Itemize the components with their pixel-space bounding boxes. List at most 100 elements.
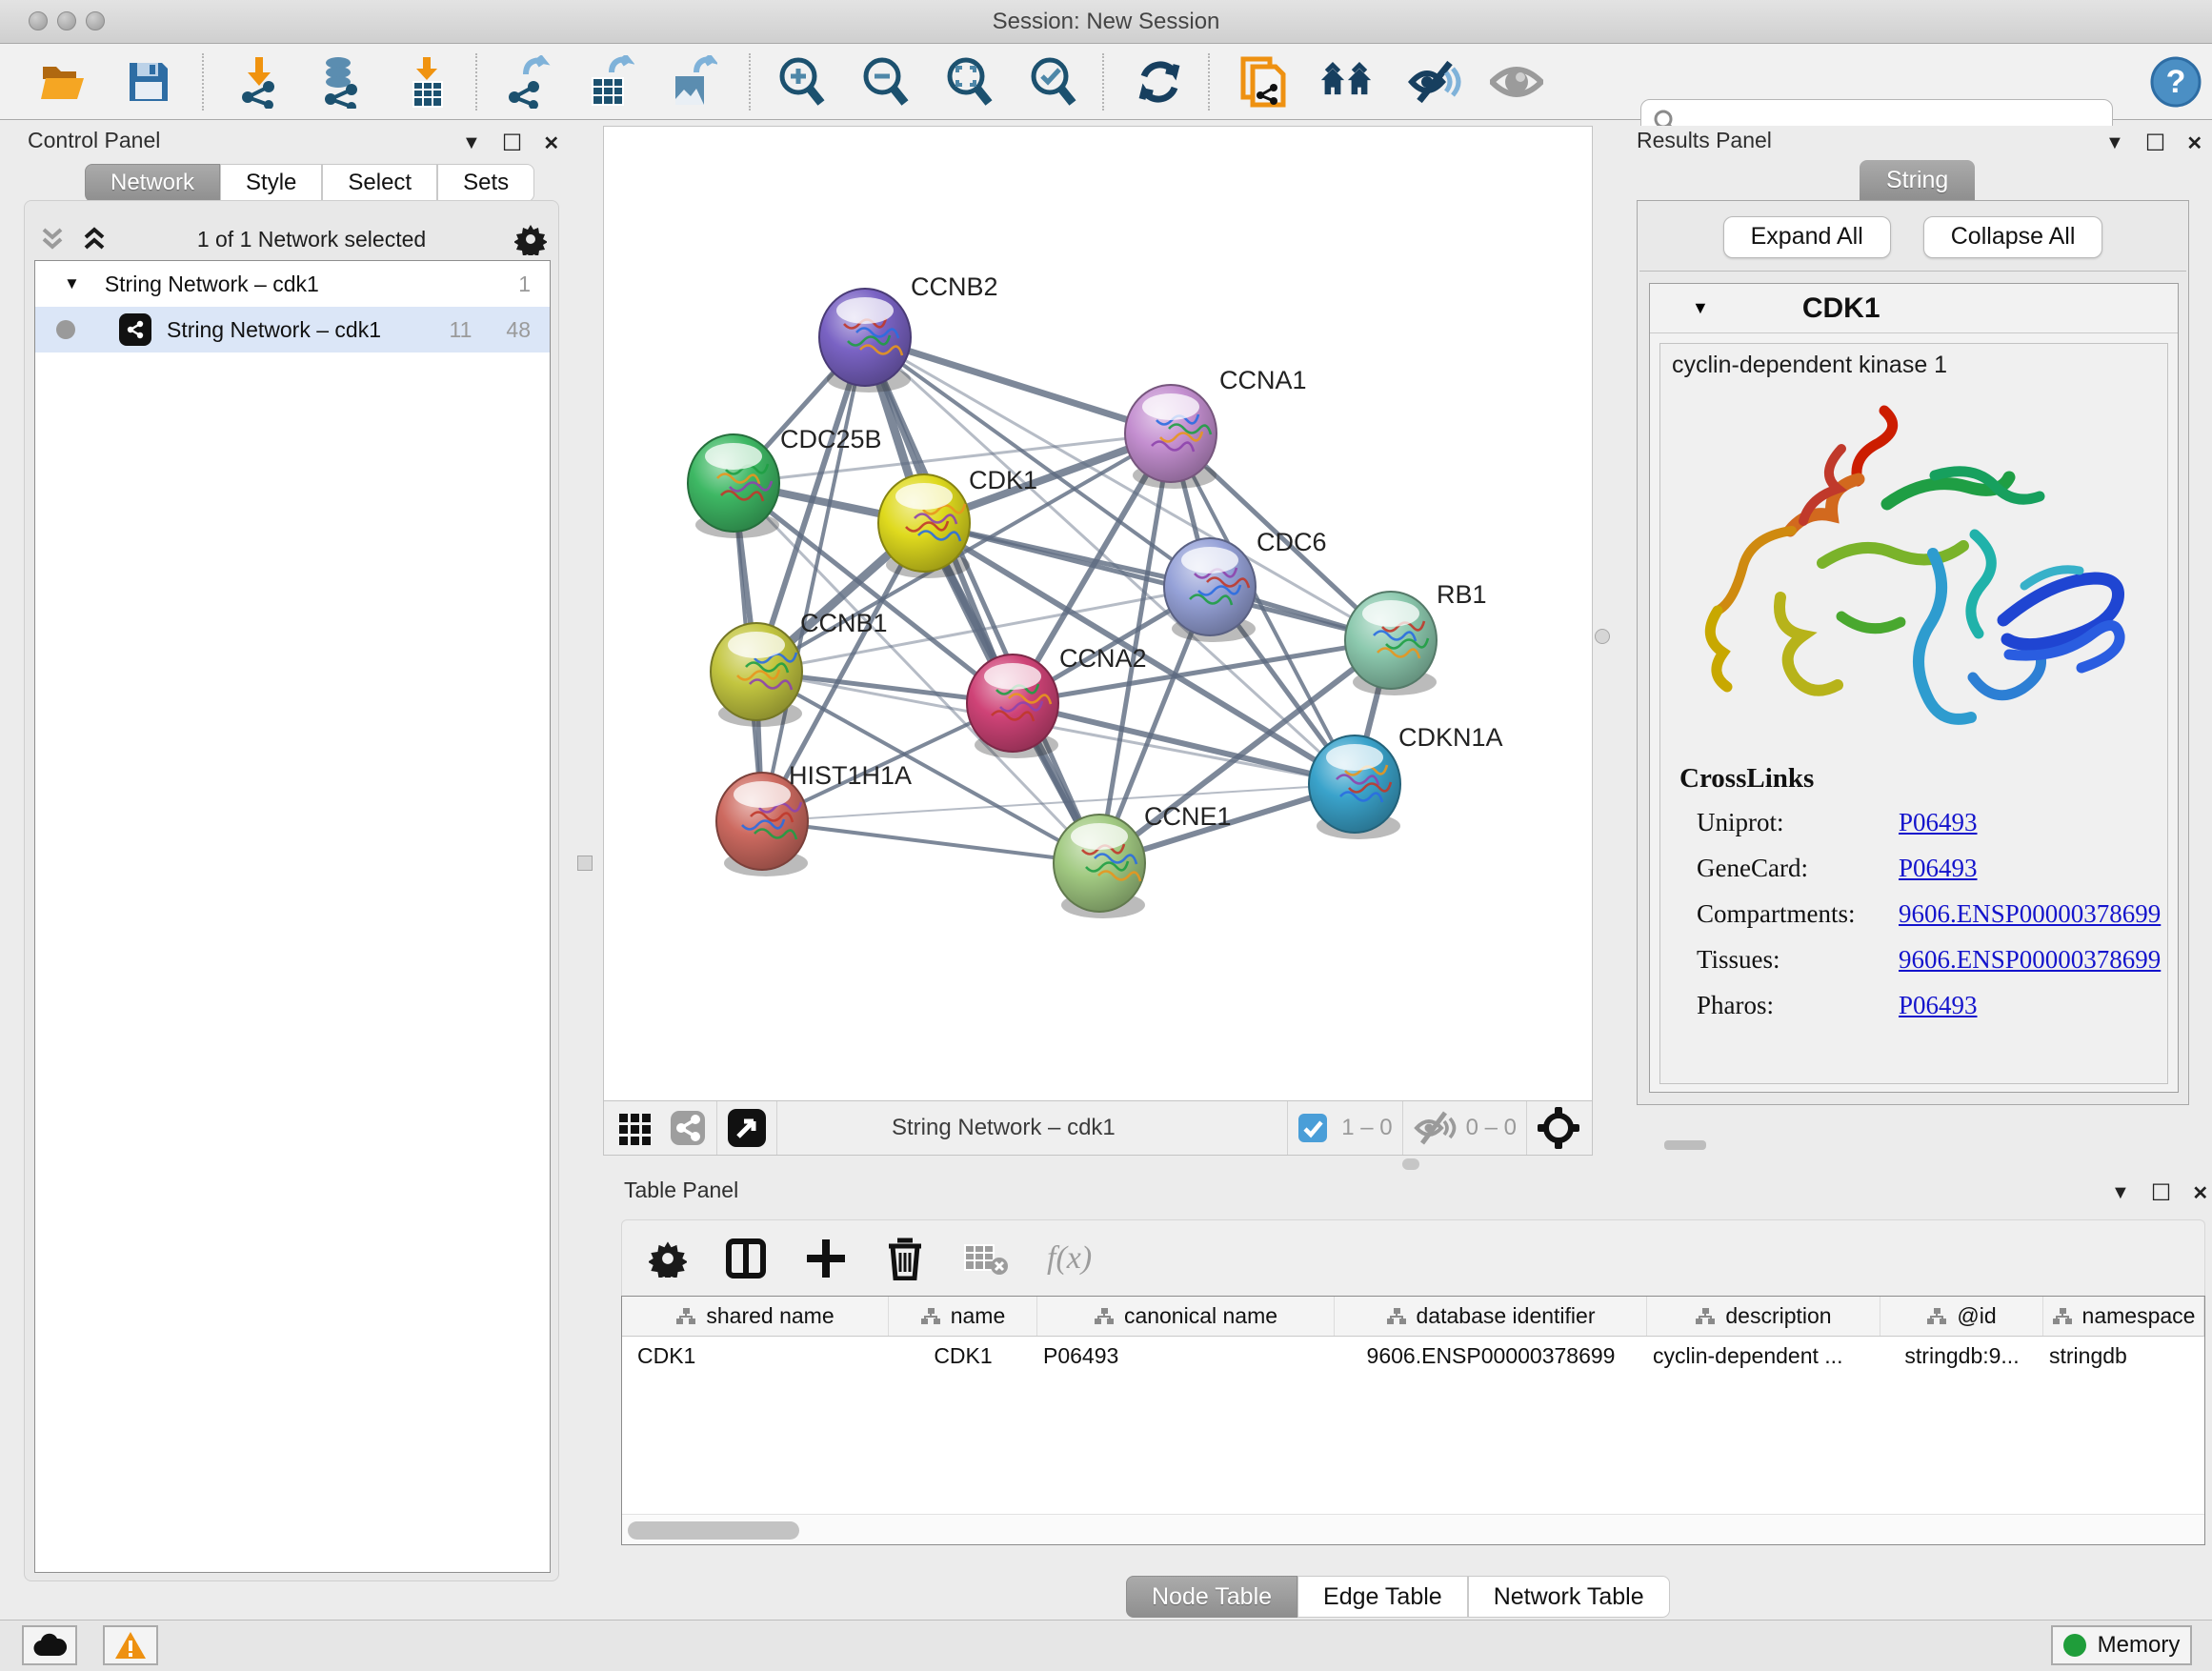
- export-image-icon[interactable]: [666, 55, 719, 109]
- column-header-0[interactable]: shared name: [622, 1297, 889, 1336]
- tab-select[interactable]: Select: [322, 164, 437, 202]
- results-scrollbar-thumb[interactable]: [1664, 1140, 1706, 1150]
- cell-description[interactable]: cyclin-dependent ...: [1647, 1343, 1880, 1369]
- export-table-icon[interactable]: [583, 55, 636, 109]
- tab-string[interactable]: String: [1860, 160, 1975, 200]
- show-all-panels-icon[interactable]: [1319, 55, 1373, 109]
- help-icon[interactable]: ?: [2149, 55, 2202, 109]
- table-panel-maximize-button[interactable]: ☐: [2151, 1179, 2172, 1207]
- table-row[interactable]: CDK1CDK1P064939606.ENSP00000378699cyclin…: [622, 1337, 2204, 1375]
- open-in-window-icon[interactable]: [727, 1108, 767, 1148]
- cell-name[interactable]: CDK1: [889, 1343, 1037, 1369]
- network-node-CDKN1A[interactable]: CDKN1A: [1309, 723, 1503, 839]
- expand-all-icon[interactable]: [80, 225, 109, 253]
- network-status-dot: [56, 320, 75, 339]
- network-edge[interactable]: [762, 337, 865, 821]
- control-panel-maximize-button[interactable]: ☐: [502, 130, 523, 157]
- column-header-4[interactable]: description: [1647, 1297, 1880, 1336]
- zoom-fit-icon[interactable]: [943, 55, 996, 109]
- cell-canonical-name[interactable]: P06493: [1037, 1343, 1335, 1369]
- genecard-link[interactable]: P06493: [1899, 854, 1978, 883]
- tab-sets[interactable]: Sets: [437, 164, 534, 202]
- column-header-6[interactable]: namespace: [2043, 1297, 2204, 1336]
- network-edge[interactable]: [762, 821, 1099, 863]
- column-header-5[interactable]: @id: [1880, 1297, 2043, 1336]
- expand-all-button[interactable]: Expand All: [1723, 216, 1891, 258]
- hidden-eye-icon[interactable]: [1413, 1111, 1457, 1145]
- zoom-selected-icon[interactable]: [1027, 55, 1080, 109]
- results-panel-close-button[interactable]: ✕: [2186, 131, 2202, 155]
- network-node-CCNB1[interactable]: CCNB1: [711, 609, 888, 727]
- collapse-all-button[interactable]: Collapse All: [1923, 216, 2103, 258]
- cell-shared-name[interactable]: CDK1: [622, 1343, 889, 1369]
- table-panel-close-button[interactable]: ✕: [2192, 1181, 2208, 1205]
- open-session-icon[interactable]: [38, 55, 91, 109]
- show-selected-icon[interactable]: [1490, 55, 1543, 109]
- cell-@id[interactable]: stringdb:9...: [1880, 1343, 2043, 1369]
- column-header-3[interactable]: database identifier: [1335, 1297, 1647, 1336]
- tab-node-table[interactable]: Node Table: [1126, 1576, 1297, 1618]
- column-header-2[interactable]: canonical name: [1037, 1297, 1335, 1336]
- compartments-link[interactable]: 9606.ENSP00000378699: [1899, 899, 2161, 929]
- delete-table-icon[interactable]: [963, 1239, 1009, 1278]
- grid-view-icon[interactable]: [617, 1110, 654, 1146]
- network-node-CCNE1[interactable]: CCNE1: [1054, 802, 1232, 918]
- collapse-all-icon[interactable]: [38, 225, 67, 253]
- hide-selected-icon[interactable]: [1408, 55, 1461, 109]
- table-gear-icon[interactable]: [649, 1239, 687, 1278]
- function-builder-icon[interactable]: f(x): [1047, 1240, 1092, 1277]
- import-network-file-icon[interactable]: [232, 55, 286, 109]
- tissues-link[interactable]: 9606.ENSP00000378699: [1899, 945, 2161, 975]
- results-panel-title: Results Panel: [1637, 128, 1772, 152]
- control-panel-close-button[interactable]: ✕: [543, 131, 559, 155]
- pharos-link[interactable]: P06493: [1899, 991, 1978, 1020]
- uniprot-link[interactable]: P06493: [1899, 808, 1978, 837]
- clone-network-icon[interactable]: [1237, 55, 1291, 109]
- collection-expander-icon[interactable]: ▼: [64, 274, 80, 293]
- tab-network-table[interactable]: Network Table: [1468, 1576, 1670, 1618]
- gear-icon[interactable]: [514, 223, 547, 255]
- birds-eye-toggle-icon[interactable]: [1537, 1106, 1580, 1150]
- gene-entry-header[interactable]: ▼ CDK1: [1650, 284, 2178, 333]
- memory-button[interactable]: Memory: [2051, 1625, 2192, 1665]
- table-hscrollbar[interactable]: [622, 1514, 2204, 1544]
- control-panel-float-button[interactable]: ▼: [462, 132, 481, 154]
- table-panel-float-button[interactable]: ▼: [2111, 1182, 2130, 1204]
- right-splitter-handle[interactable]: [1595, 629, 1610, 644]
- zoom-out-icon[interactable]: [859, 55, 913, 109]
- network-row[interactable]: String Network – cdk1 11 48: [35, 307, 550, 352]
- network-node-CCNA1[interactable]: CCNA1: [1125, 366, 1307, 489]
- network-node-RB1[interactable]: RB1: [1345, 580, 1487, 695]
- tab-network[interactable]: Network: [85, 164, 220, 202]
- select-columns-icon[interactable]: [725, 1238, 767, 1279]
- column-header-1[interactable]: name: [889, 1297, 1037, 1336]
- import-network-database-icon[interactable]: [313, 55, 367, 109]
- selected-checkbox-icon[interactable]: [1297, 1113, 1328, 1143]
- network-edge[interactable]: [865, 337, 1171, 433]
- results-panel-float-button[interactable]: ▼: [2105, 132, 2124, 154]
- import-table-file-icon[interactable]: [400, 55, 453, 109]
- save-session-icon[interactable]: [122, 55, 175, 109]
- tab-edge-table[interactable]: Edge Table: [1297, 1576, 1468, 1618]
- add-column-icon[interactable]: [805, 1238, 847, 1279]
- cell-database-identifier[interactable]: 9606.ENSP00000378699: [1335, 1343, 1647, 1369]
- table-panel: Table Panel ▼ ☐ ✕ f(x) shared namenameca…: [603, 1170, 2212, 1620]
- cloud-button[interactable]: [22, 1625, 77, 1665]
- results-panel-maximize-button[interactable]: ☐: [2145, 130, 2166, 157]
- network-collection-row[interactable]: ▼ String Network – cdk1 1: [35, 261, 550, 307]
- refresh-view-icon[interactable]: [1133, 55, 1186, 109]
- cell-namespace[interactable]: stringdb: [2043, 1343, 2204, 1369]
- zoom-in-icon[interactable]: [775, 55, 829, 109]
- tab-style[interactable]: Style: [220, 164, 322, 202]
- network-badge-icon[interactable]: [669, 1109, 707, 1147]
- delete-column-icon[interactable]: [885, 1237, 925, 1280]
- warning-button[interactable]: [103, 1625, 158, 1665]
- network-canvas[interactable]: CCNB2CCNA1CDC25BCDK1CDC6RB1CCNB1CCNA2CDK…: [604, 127, 1592, 1100]
- left-splitter-handle[interactable]: [577, 856, 593, 871]
- entry-expander-icon[interactable]: ▼: [1692, 298, 1709, 318]
- table-hscrollbar-thumb[interactable]: [628, 1521, 799, 1540]
- network-node-CDC6[interactable]: CDC6: [1164, 528, 1327, 642]
- horizontal-splitter-handle[interactable]: [1402, 1158, 1419, 1170]
- export-network-icon[interactable]: [499, 55, 553, 109]
- network-node-CCNB2[interactable]: CCNB2: [819, 272, 998, 393]
